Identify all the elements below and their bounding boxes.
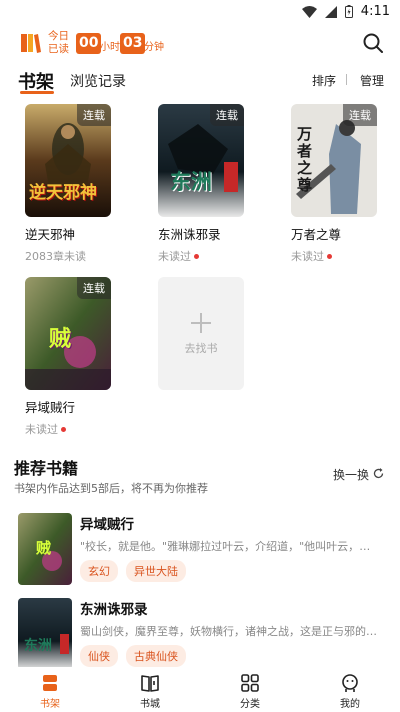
status-time: 4:11 [360, 4, 390, 19]
tab-indicator [20, 91, 54, 94]
tag[interactable]: 仙侠 [80, 645, 118, 667]
today-label-line2: 已读 [48, 43, 69, 55]
nav-category[interactable]: 分类 [200, 667, 300, 712]
recommend-desc: "校长，就是他。"雅琳娜拉过叶云，介绍道，"他叫叶云，我父... [80, 540, 380, 553]
recommend-cover[interactable]: 贼 [18, 513, 72, 585]
cover-title-text: 贼 [49, 326, 72, 352]
book-item[interactable]: 连载 逆天邪神 逆天邪神 2083章未读 [25, 104, 111, 264]
unread-dot [61, 426, 66, 432]
sort-button[interactable]: 排序 [312, 72, 336, 89]
tag-list: 仙侠 古典仙侠 [80, 645, 186, 667]
hours-unit: 小时 [100, 42, 120, 53]
book-title: 万者之尊 [291, 227, 342, 242]
book-status: 未读过 [25, 421, 111, 437]
refresh-label: 换一换 [332, 468, 369, 482]
profile-icon [340, 673, 360, 693]
tag-list: 玄幻 异世大陆 [80, 560, 186, 582]
nav-bookstore[interactable]: 书城 [100, 667, 200, 712]
grid-icon [240, 673, 260, 693]
tag[interactable]: 古典仙侠 [126, 645, 186, 667]
header: 今日 已读 00 小时 03 分钟 [0, 30, 400, 60]
book-item[interactable]: 连载 贼 异域贼行 未读过 [25, 277, 111, 437]
wifi-icon [301, 5, 317, 18]
hours-value: 00 [76, 33, 102, 54]
serial-badge: 连载 [343, 104, 377, 126]
cover-title-text: 万者之尊 [297, 125, 313, 194]
recommend-name: 东洲诛邪录 [80, 602, 148, 618]
find-books-label: 去找书 [184, 342, 218, 355]
cover-title-text: 逆天邪神 [29, 183, 97, 203]
manage-button[interactable]: 管理 [360, 72, 384, 89]
tag[interactable]: 玄幻 [80, 560, 118, 582]
tab-bar: 书架 浏览记录 排序 管理 [0, 64, 400, 98]
divider [346, 74, 347, 85]
book-title: 异域贼行 [25, 400, 76, 415]
nav-label: 分类 [240, 699, 260, 710]
nav-label: 我的 [340, 699, 360, 710]
book-cover[interactable]: 连载 东洲 [158, 104, 244, 217]
bookshelf-icon [40, 673, 60, 693]
unread-dot [327, 253, 332, 259]
book-status: 未读过 [291, 248, 377, 264]
battery-icon [344, 5, 353, 18]
book-status-text: 未读过 [158, 250, 191, 263]
recommend-name: 异域贼行 [80, 517, 134, 533]
refresh-button[interactable]: 换一换 [333, 466, 384, 483]
book-open-icon [140, 673, 160, 693]
book-status-text: 未读过 [291, 250, 324, 263]
today-label-line1: 今日 [48, 30, 69, 42]
tab-browse-history[interactable]: 浏览记录 [70, 71, 126, 91]
recommend-cover[interactable]: 东洲 [18, 598, 72, 670]
find-books-button[interactable]: 去找书 [158, 277, 244, 390]
bottom-nav: 书架 书城 分类 我的 [0, 667, 400, 712]
book-cover[interactable]: 连载 逆天邪神 [25, 104, 111, 217]
nav-bookshelf[interactable]: 书架 [0, 667, 100, 712]
book-title: 逆天邪神 [25, 227, 76, 242]
book-cover[interactable]: 连载 万者之尊 [291, 104, 377, 217]
minutes-value: 03 [120, 33, 146, 54]
serial-badge: 连载 [77, 104, 111, 126]
book-cover[interactable]: 连载 贼 [25, 277, 111, 390]
nav-profile[interactable]: 我的 [300, 667, 400, 712]
recommend-item[interactable]: 贼 异域贼行 "校长，就是他。"雅琳娜拉过叶云，介绍道，"他叫叶云，我父... … [18, 513, 384, 585]
book-status: 2083章未读 [25, 248, 111, 264]
svg-text:东洲: 东洲 [24, 637, 52, 654]
search-icon[interactable] [362, 32, 384, 54]
serial-badge: 连载 [210, 104, 244, 126]
recommend-title: 推荐书籍 [14, 459, 79, 478]
book-status-text: 未读过 [25, 423, 58, 436]
refresh-icon [373, 467, 384, 482]
tag[interactable]: 异世大陆 [126, 560, 186, 582]
svg-text:贼: 贼 [35, 539, 51, 557]
unread-dot [194, 253, 199, 259]
book-status: 未读过 [158, 248, 244, 264]
recommend-desc: 蜀山剑侠，魔界至尊，妖物横行，诸神之战，这是正与邪的辩... [80, 625, 380, 638]
status-icons: 4:11 [301, 4, 390, 19]
plus-icon [191, 313, 211, 333]
nav-label: 书城 [140, 699, 160, 710]
book-title: 东洲诛邪录 [158, 227, 221, 242]
app-logo-icon [20, 32, 42, 54]
today-read-label: 今日 已读 [48, 30, 69, 56]
book-item[interactable]: 连载 东洲 东洲诛邪录 未读过 [158, 104, 244, 264]
recommend-subtitle: 书架内作品达到5部后，将不再为你推荐 [14, 482, 208, 495]
cover-title-text: 东洲 [170, 169, 212, 194]
book-item[interactable]: 连载 万者之尊 万者之尊 未读过 [291, 104, 377, 264]
nav-label: 书架 [40, 699, 60, 710]
serial-badge: 连载 [77, 277, 111, 299]
minutes-unit: 分钟 [144, 42, 164, 53]
status-bar: 4:11 [0, 0, 400, 24]
book-status-text: 2083章未读 [25, 250, 86, 263]
signal-icon [324, 5, 337, 18]
recommend-item[interactable]: 东洲 东洲诛邪录 蜀山剑侠，魔界至尊，妖物横行，诸神之战，这是正与邪的辩... … [18, 598, 384, 670]
